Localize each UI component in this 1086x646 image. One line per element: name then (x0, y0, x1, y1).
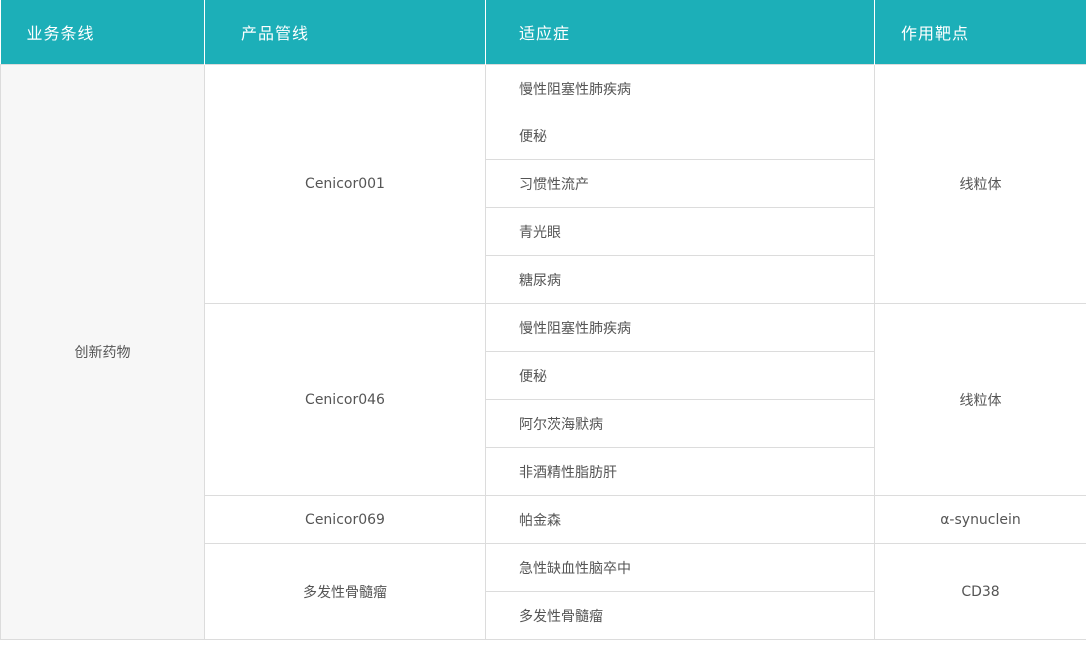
product-cell-cenicor046: Cenicor046 (204, 303, 486, 496)
indication-cell: 急性缺血性脑卒中 (485, 543, 875, 592)
indication-cell: 便秘 (485, 351, 875, 400)
indication-cell: 青光眼 (485, 207, 875, 256)
pipeline-table: 业务条线 产品管线 适应症 作用靶点 创新药物 Cenicor001 慢性阻塞性… (0, 0, 1086, 640)
target-cell-cenicor069: α-synuclein (874, 495, 1086, 544)
indication-cell: 糖尿病 (485, 255, 875, 304)
indication-cell: 非酒精性脂肪肝 (485, 447, 875, 496)
indication-cell: 便秘 (485, 112, 875, 160)
header-indication: 适应症 (485, 0, 875, 65)
header-target: 作用靶点 (874, 0, 1086, 65)
indication-cell: 习惯性流产 (485, 159, 875, 208)
indication-cell: 帕金森 (485, 495, 875, 544)
indication-cell: 慢性阻塞性肺疾病 (485, 303, 875, 352)
product-cell-cenicor001: Cenicor001 (204, 64, 486, 304)
business-line-cell: 创新药物 (0, 64, 205, 640)
target-cell-cd38: CD38 (874, 543, 1086, 640)
table-row: 创新药物 Cenicor001 慢性阻塞性肺疾病 线粒体 (0, 64, 1086, 640)
pipeline-table-container: 业务条线 产品管线 适应症 作用靶点 创新药物 Cenicor001 慢性阻塞性… (0, 0, 1086, 646)
target-cell-cenicor046: 线粒体 (874, 303, 1086, 496)
target-cell-cenicor001: 线粒体 (874, 64, 1086, 304)
product-cell-cenicor069: Cenicor069 (204, 495, 486, 544)
header-product-pipeline: 产品管线 (204, 0, 486, 65)
indication-cell: 多发性骨髓瘤 (485, 591, 875, 640)
indication-cell: 慢性阻塞性肺疾病 (485, 64, 875, 112)
table-header-row: 业务条线 产品管线 适应症 作用靶点 (0, 0, 1086, 65)
product-cell-multiple-myeloma: 多发性骨髓瘤 (204, 543, 486, 640)
header-business-line: 业务条线 (0, 0, 205, 65)
indication-cell: 阿尔茨海默病 (485, 399, 875, 448)
